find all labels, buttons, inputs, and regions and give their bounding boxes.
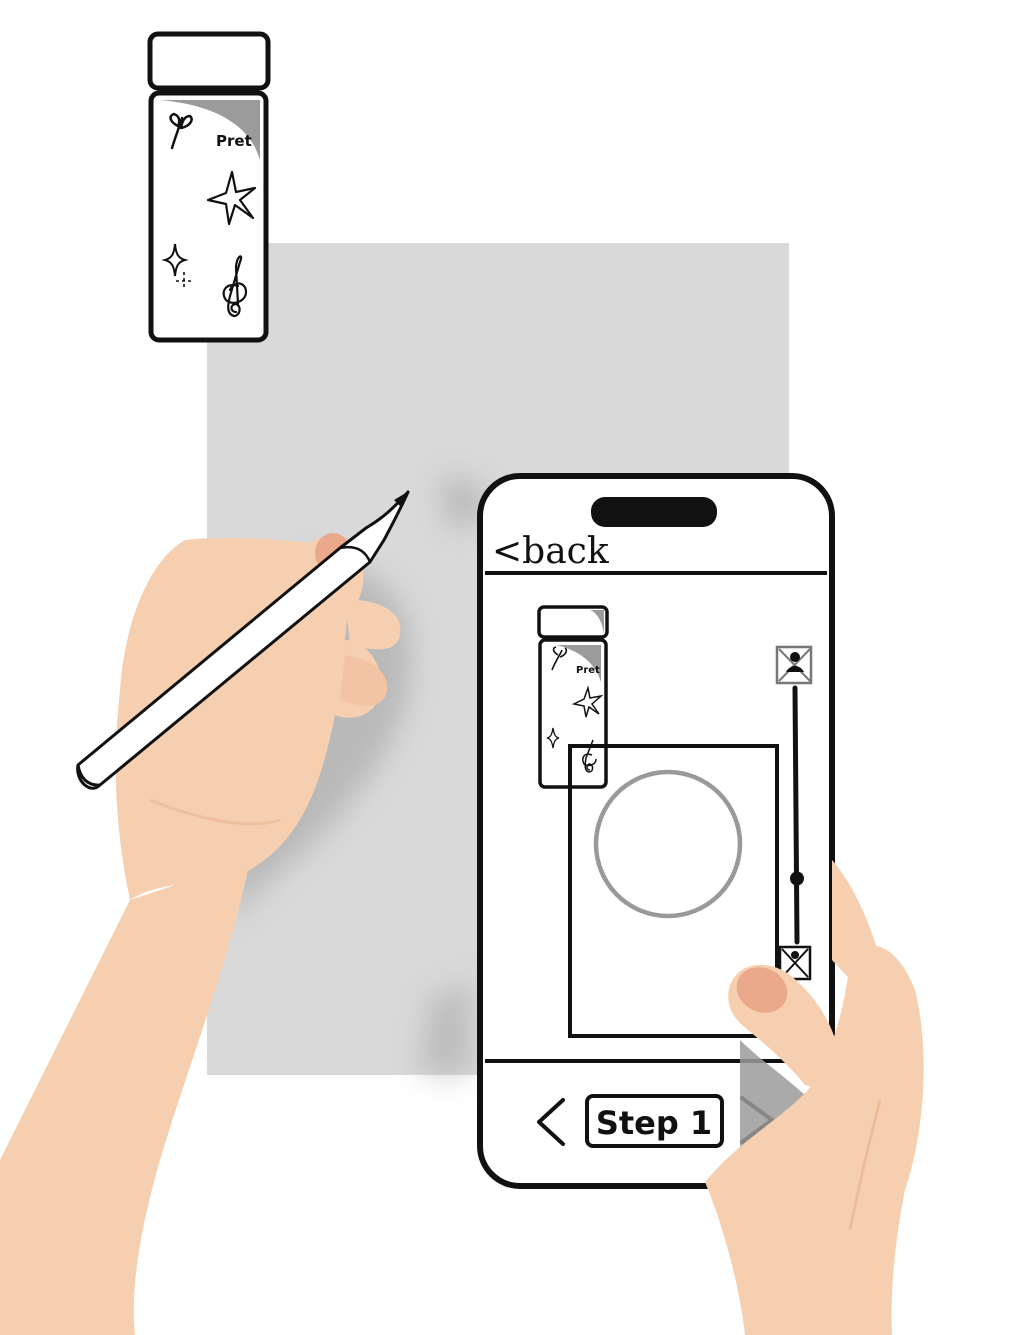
sticker-sheet: Pret (147, 31, 271, 343)
slider-track (792, 685, 800, 945)
step-label: Step 1 (596, 1104, 712, 1142)
slider-knob[interactable] (790, 871, 804, 886)
phone-notch (591, 497, 717, 527)
back-button[interactable]: <back (492, 531, 610, 572)
sticker-sheet-cap (147, 31, 271, 91)
back-button-label: <back (492, 531, 610, 572)
image-opacity-high-icon (775, 645, 813, 685)
preview-brand-text: Pret (576, 665, 600, 676)
preview-sticker-sheet: Pret (537, 605, 609, 789)
sticker-brand-text: Pret (216, 132, 252, 150)
illustration-scene: Pret <back Pret Step 1 (0, 31, 924, 1335)
step-indicator: Step 1 (585, 1094, 724, 1148)
